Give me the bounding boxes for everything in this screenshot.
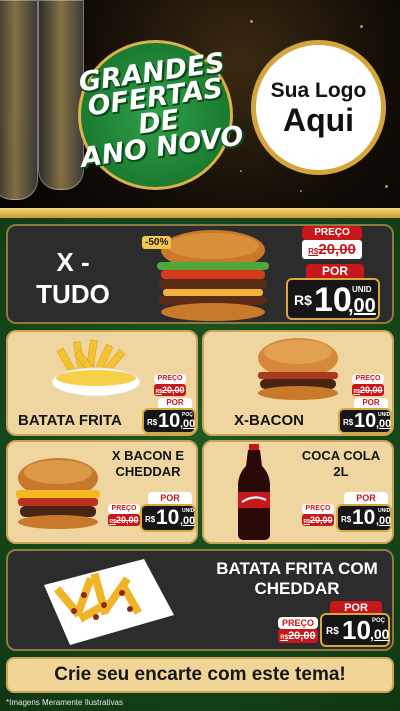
price-int: 10 — [158, 410, 181, 432]
name-line: BATATA FRITA COM — [216, 559, 378, 578]
champagne-glass-icon — [0, 0, 38, 200]
currency: R$ — [145, 515, 156, 524]
old-currency: R$ — [308, 247, 319, 256]
price-cents: ,00 — [180, 515, 196, 527]
price-cents: ,00 — [180, 418, 196, 430]
featured-product-card: X - TUDO -50% PREÇO R$20,00 POR R$ 10 UN… — [6, 224, 394, 324]
flyer: GRANDES OFERTAS DE ANO NOVO Sua Logo Aqu… — [0, 0, 400, 711]
old-price: R$20,00 — [154, 384, 186, 396]
price-cents: ,00 — [376, 418, 392, 430]
old-price-value: 20,00 — [309, 515, 333, 525]
product-name: X BACON E CHEDDAR — [100, 448, 196, 480]
cta-banner[interactable]: Crie seu encarte com este tema! — [6, 657, 394, 693]
preco-label: PREÇO — [278, 617, 318, 629]
preco-label: PREÇO — [108, 504, 140, 514]
name-line: CHEDDAR — [254, 579, 340, 598]
sparkle — [360, 25, 363, 28]
preco-label: PREÇO — [352, 374, 384, 384]
product-name: BATATA FRITA — [18, 412, 122, 429]
cheddar-fries-icon — [44, 559, 174, 645]
price-tag: R$ 10 POÇ ,00 — [320, 613, 390, 647]
discount-badge: -50% — [142, 236, 172, 249]
currency: R$ — [147, 418, 158, 427]
price-int: 10 — [352, 506, 376, 529]
old-price: R$20,00 — [302, 514, 334, 526]
por-label: POR — [354, 398, 388, 408]
unit-label: POÇ — [372, 618, 386, 624]
por-label: POR — [148, 492, 192, 504]
name-line: X - — [56, 247, 90, 277]
burger-icon — [258, 338, 338, 400]
name-line: X BACON E — [111, 448, 185, 463]
price-tag: R$ 10 UNID ,00 — [140, 504, 196, 532]
logo-text: Sua Logo — [270, 78, 367, 102]
disclaimer-note: *Imagens Meramente Ilustrativas — [6, 698, 123, 707]
currency: R$ — [343, 418, 354, 427]
sparkle — [240, 170, 242, 172]
name-line: COCA COLA — [301, 448, 381, 463]
product-name: BATATA FRITA COM CHEDDAR — [204, 559, 390, 599]
old-price-value: 20,00 — [359, 385, 383, 395]
product-card-batata-cheddar: BATATA FRITA COM CHEDDAR POR PREÇO R$20,… — [6, 549, 394, 651]
name-line: TUDO — [36, 279, 110, 309]
old-currency: R$ — [280, 635, 289, 641]
price-tag: R$ 10 POÇ ,00 — [142, 408, 196, 434]
name-line: CHEDDAR — [115, 464, 181, 479]
price-int: 10 — [314, 281, 352, 319]
name-line: 2L — [333, 464, 349, 479]
preco-label: PREÇO — [154, 374, 186, 384]
product-card-coca-cola: COCA COLA 2L POR PREÇO R$20,00 R$ 10 UNI… — [202, 440, 394, 544]
sparkle — [250, 20, 253, 23]
old-price-value: 20,00 — [318, 241, 356, 258]
price-tag: R$ 10 UNID ,00 — [286, 278, 380, 320]
old-price-value: 20,00 — [115, 515, 139, 525]
price-int: 10 — [354, 410, 377, 432]
old-price: R$20,00 — [302, 240, 362, 259]
old-price: R$20,00 — [352, 384, 384, 396]
unit-label: UNID — [378, 508, 391, 514]
fries-icon — [51, 339, 141, 397]
unit-label: UNID — [182, 508, 195, 514]
price-int: 10 — [156, 506, 180, 529]
currency: R$ — [341, 515, 352, 524]
por-label: POR — [158, 398, 192, 408]
price-tag: R$ 10 UNID ,00 — [338, 408, 392, 434]
por-label: POR — [306, 264, 364, 279]
header-banner: GRANDES OFERTAS DE ANO NOVO Sua Logo Aqu… — [0, 0, 400, 212]
price-tag: R$ 10 UNID ,00 — [336, 504, 392, 532]
logo-text: Aqui — [282, 101, 355, 138]
preco-label: PREÇO — [302, 504, 334, 514]
offer-badge-title: GRANDES OFERTAS DE ANO NOVO — [66, 47, 248, 174]
price-cents: ,00 — [348, 295, 376, 317]
currency: R$ — [326, 626, 339, 637]
old-price: R$20,00 — [278, 629, 318, 643]
old-price: R$20,00 — [108, 514, 140, 526]
burger-icon — [16, 458, 100, 529]
unit-label: UNID — [352, 285, 372, 294]
product-card-x-bacon-cheddar: X BACON E CHEDDAR POR PREÇO R$20,00 R$ 1… — [6, 440, 198, 544]
sparkle — [385, 185, 388, 188]
product-name: COCA COLA 2L — [296, 448, 386, 480]
product-card-batata-frita: BATATA FRITA PREÇO R$20,00 POR R$ 10 POÇ… — [6, 330, 198, 436]
logo-placeholder: Sua Logo Aqui — [251, 40, 386, 175]
soda-bottle-icon — [238, 444, 270, 540]
old-price-value: 20,00 — [288, 630, 316, 642]
cta-text: Crie seu encarte com este tema! — [54, 664, 346, 685]
product-name: X-BACON — [234, 412, 304, 429]
price-cents: ,00 — [376, 515, 392, 527]
price-cents: ,00 — [370, 626, 390, 642]
divider — [0, 208, 400, 218]
currency: R$ — [294, 292, 312, 308]
preco-label: PREÇO — [302, 226, 362, 240]
product-card-x-bacon: X-BACON PREÇO R$20,00 POR R$ 10 UNID ,00 — [202, 330, 394, 436]
product-name: X - TUDO — [18, 246, 128, 310]
old-price-value: 20,00 — [161, 385, 185, 395]
sparkle — [300, 190, 302, 192]
price-int: 10 — [342, 615, 371, 645]
por-label: POR — [344, 492, 388, 504]
